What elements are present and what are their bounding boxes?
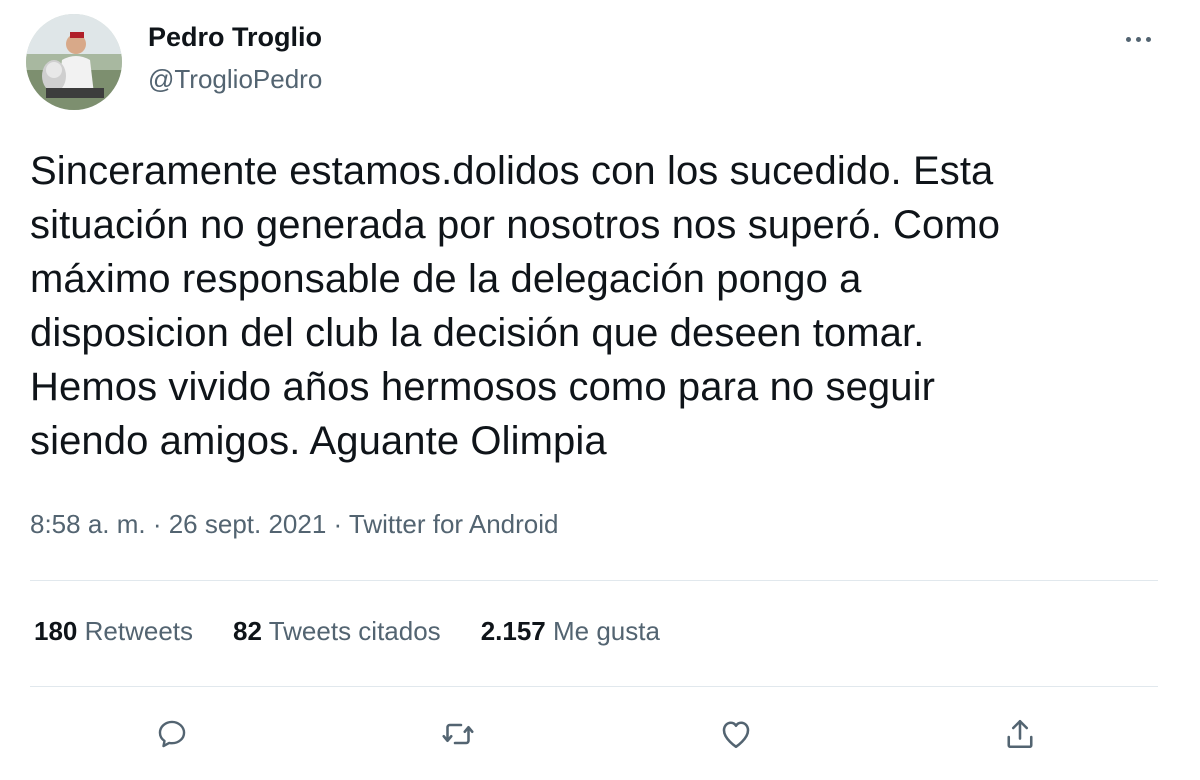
retweet-button[interactable] xyxy=(436,712,480,756)
user-handle[interactable]: @TroglioPedro xyxy=(148,64,322,95)
reply-icon xyxy=(158,720,186,748)
tweet-text-line: Sinceramente estamos.dolidos con los suc… xyxy=(30,149,994,193)
retweet-count-number: 180 xyxy=(34,616,78,646)
share-icon xyxy=(1007,719,1033,749)
avatar[interactable] xyxy=(26,14,122,110)
tweet-text-line: máximo responsable de la delegación pong… xyxy=(30,257,862,301)
divider xyxy=(30,580,1158,581)
tweet-card: Pedro Troglio @TroglioPedro Sinceramente… xyxy=(0,0,1200,780)
share-button[interactable] xyxy=(998,712,1042,756)
tweet-text-line: situación no generada por nosotros nos s… xyxy=(30,203,1001,247)
tweet-text-line: Hemos vivido años hermosos como para no … xyxy=(30,365,936,409)
retweet-count[interactable]: 180 Retweets xyxy=(34,616,193,647)
profile-photo-icon xyxy=(26,14,122,110)
tweet-text-line: disposicion del club la decisión que des… xyxy=(30,311,925,355)
like-count-label: Me gusta xyxy=(553,616,660,646)
dot xyxy=(1125,36,1131,42)
divider xyxy=(30,686,1158,687)
heart-icon xyxy=(722,721,750,749)
like-button[interactable] xyxy=(714,712,758,756)
tweet-timestamp[interactable]: 8:58 a. m. · 26 sept. 2021 · Twitter for… xyxy=(30,509,558,540)
retweet-count-label: Retweets xyxy=(84,616,194,646)
dot xyxy=(1145,36,1151,42)
dot xyxy=(1135,36,1141,42)
like-count[interactable]: 2.157 Me gusta xyxy=(481,616,660,647)
like-count-number: 2.157 xyxy=(480,616,546,646)
quote-count[interactable]: 82 Tweets citados xyxy=(233,616,441,647)
quote-count-label: Tweets citados xyxy=(268,616,441,646)
retweet-icon xyxy=(442,723,474,745)
engagement-stats: 180 Retweets 82 Tweets citados 2.157 Me … xyxy=(34,616,660,647)
tweet-text: Sinceramente estamos.dolidos con los suc… xyxy=(30,144,1170,468)
quote-count-number: 82 xyxy=(233,616,262,646)
tweet-text-line: siendo amigos. Aguante Olimpia xyxy=(30,419,607,463)
display-name[interactable]: Pedro Troglio xyxy=(148,22,322,53)
action-bar xyxy=(0,712,1200,756)
more-options-icon[interactable] xyxy=(1118,22,1158,56)
reply-button[interactable] xyxy=(150,712,194,756)
